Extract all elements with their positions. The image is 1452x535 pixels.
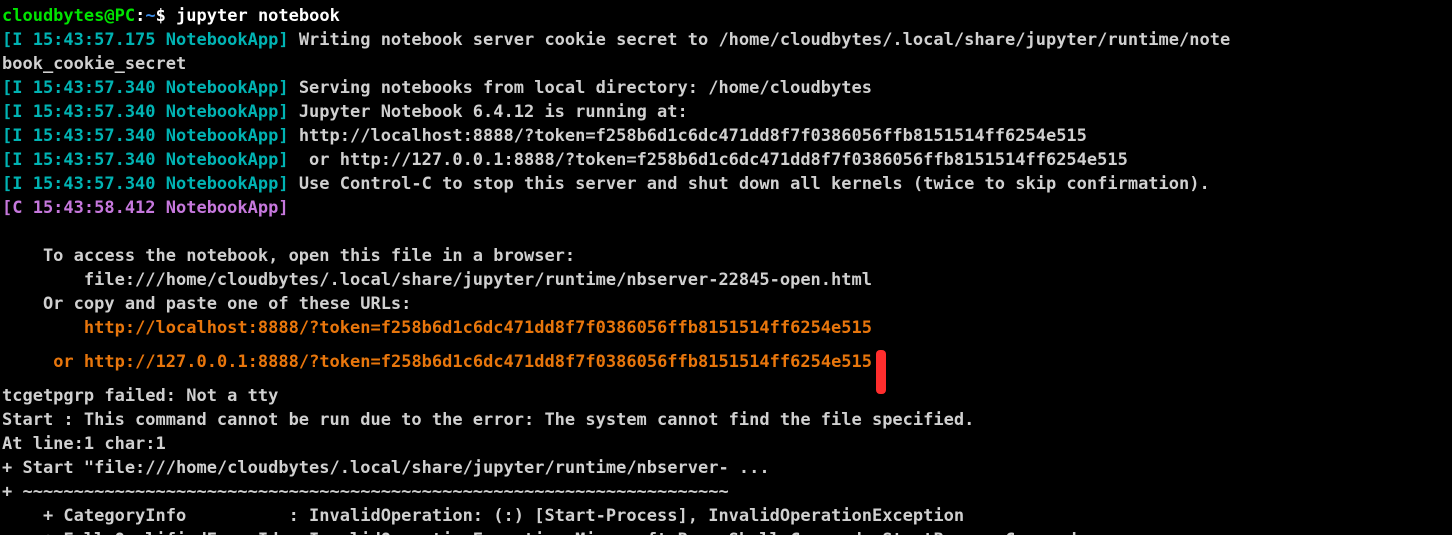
info-line: Or copy and paste one of these URLs: — [2, 294, 411, 314]
prompt-user-host: cloudbytes@PC — [2, 6, 135, 26]
prompt-sep1: : — [135, 6, 145, 26]
error-id: + FullyQualifiedErrorId : InvalidOperati… — [2, 530, 1077, 535]
space — [74, 352, 84, 372]
log-tag: [I 15:43:57.175 NotebookApp] — [2, 30, 289, 50]
command-text: jupyter notebook — [176, 6, 340, 26]
notebook-url-link[interactable]: http://127.0.0.1:8888/?token=f258b6d1c6d… — [84, 352, 872, 372]
notebook-url-link[interactable]: http://localhost:8888/?token=f258b6d1c6d… — [84, 318, 872, 338]
log-msg: Jupyter Notebook 6.4.12 is running at: — [289, 102, 688, 122]
indent — [2, 318, 84, 338]
log-msg: Use Control-C to stop this server and sh… — [289, 174, 1210, 194]
log-tag: [I 15:43:57.340 NotebookApp] — [2, 126, 289, 146]
log-tag: [I 15:43:57.340 NotebookApp] — [2, 102, 289, 122]
error-line: At line:1 char:1 — [2, 434, 166, 454]
log-msg: Writing notebook server cookie secret to… — [289, 30, 1231, 50]
log-msg: or http://127.0.0.1:8888/?token=f258b6d1… — [289, 150, 1128, 170]
log-tag: [I 15:43:57.340 NotebookApp] — [2, 150, 289, 170]
error-line: + ~~~~~~~~~~~~~~~~~~~~~~~~~~~~~~~~~~~~~~… — [2, 482, 729, 502]
or-text: or — [53, 352, 73, 372]
log-msg: http://localhost:8888/?token=f258b6d1c6d… — [289, 126, 1087, 146]
log-msg: book_cookie_secret — [2, 54, 186, 74]
log-msg: Serving notebooks from local directory: … — [289, 78, 872, 98]
log-tag: [I 15:43:57.340 NotebookApp] — [2, 174, 289, 194]
error-line: + Start "file:///home/cloudbytes/.local/… — [2, 458, 770, 478]
log-tag: [I 15:43:57.340 NotebookApp] — [2, 78, 289, 98]
prompt-sep2: $ — [156, 6, 166, 26]
error-line: Start : This command cannot be run due t… — [2, 410, 974, 430]
info-line: To access the notebook, open this file i… — [2, 246, 575, 266]
terminal-output[interactable]: cloudbytes@PC:~$ jupyter notebook [I 15:… — [0, 0, 1452, 535]
file-url: file:///home/cloudbytes/.local/share/jup… — [2, 270, 872, 290]
error-line: tcgetpgrp failed: Not a tty — [2, 386, 278, 406]
error-category: + CategoryInfo : InvalidOperation: (:) [… — [2, 506, 964, 526]
indent — [2, 352, 53, 372]
log-tag-critical: [C 15:43:58.412 NotebookApp] — [2, 198, 289, 218]
prompt-cwd: ~ — [145, 6, 155, 26]
cursor-block — [876, 350, 886, 394]
